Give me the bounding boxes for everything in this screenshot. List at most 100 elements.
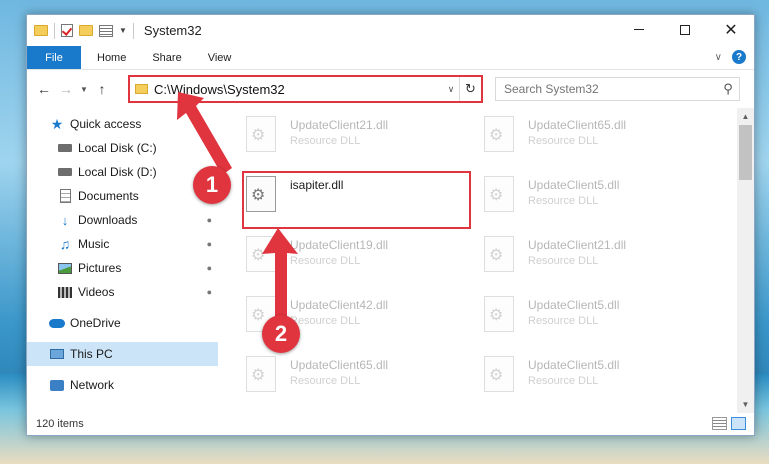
pin-icon[interactable]: ● — [207, 215, 212, 225]
sidebar-item-pictures[interactable]: Pictures ● — [27, 256, 218, 280]
sidebar-item-label: Local Disk (D:) — [78, 165, 157, 179]
file-type: Resource DLL — [290, 375, 361, 387]
expand-ribbon-chevron-icon[interactable]: ∨ — [715, 52, 722, 63]
file-name: UpdateClient65.dll — [528, 118, 627, 132]
view-buttons — [712, 417, 746, 430]
tab-file[interactable]: File — [27, 46, 81, 69]
quick-access-toolbar: ▼ — [27, 22, 134, 39]
file-type: Resource DLL — [290, 255, 361, 267]
file-item[interactable]: UpdateClient5.dll Resource DLL — [482, 176, 702, 228]
pin-icon[interactable]: ● — [207, 143, 212, 153]
file-item[interactable]: UpdateClient5.dll Resource DLL — [482, 296, 702, 348]
documents-icon — [57, 189, 73, 203]
sidebar-item-label: Downloads — [78, 213, 138, 227]
this-pc-icon — [49, 347, 65, 361]
file-type: Resource DLL — [528, 195, 599, 207]
file-item[interactable]: UpdateClient21.dll Resource DLL — [244, 116, 464, 168]
sidebar-item-this-pc[interactable]: This PC — [27, 342, 218, 366]
close-button[interactable]: ✕ — [708, 15, 754, 44]
dll-file-icon — [484, 176, 514, 212]
step-2-badge: 2 — [262, 315, 300, 353]
file-item[interactable]: UpdateClient65.dll Resource DLL — [244, 356, 464, 408]
navigation-row: ← → ▼ ↑ C:\Windows\System32 ∨ ↻ ⚲ — [27, 70, 754, 108]
file-item[interactable]: UpdateClient21.dll Resource DLL — [482, 236, 702, 288]
maximize-icon — [680, 24, 690, 35]
search-icon[interactable]: ⚲ — [717, 81, 739, 97]
help-icon[interactable]: ? — [732, 50, 746, 64]
step-1-badge: 1 — [193, 166, 231, 204]
sidebar-item-label: Documents — [78, 189, 139, 203]
sidebar-item-quick-access[interactable]: ★ Quick access — [27, 112, 218, 136]
sidebar-item-network[interactable]: Network — [27, 373, 218, 397]
search-input[interactable] — [504, 82, 717, 96]
large-icons-view-icon[interactable] — [731, 417, 746, 430]
refresh-button[interactable]: ↻ — [459, 77, 481, 101]
sidebar-item-onedrive[interactable]: OneDrive — [27, 311, 218, 335]
search-box[interactable]: ⚲ — [495, 77, 740, 101]
file-type: Resource DLL — [528, 255, 599, 267]
sidebar-item-local-disk-d[interactable]: Local Disk (D:) — [27, 160, 218, 184]
file-name: UpdateClient5.dll — [528, 298, 620, 312]
properties-check-icon[interactable] — [61, 24, 73, 37]
new-folder-icon[interactable] — [79, 25, 93, 36]
sidebar-item-videos[interactable]: Videos ● — [27, 280, 218, 304]
address-dropdown-chevron-icon[interactable]: ∨ — [443, 84, 459, 95]
up-button[interactable]: ↑ — [91, 81, 113, 97]
file-name: UpdateClient65.dll — [290, 358, 389, 372]
file-name: UpdateClient42.dll — [290, 298, 389, 312]
ribbon-right: ∨ ? — [715, 50, 746, 64]
customize-toolbar-chevron-icon[interactable]: ▼ — [119, 26, 127, 35]
scroll-up-arrow-icon[interactable]: ▲ — [737, 108, 754, 125]
file-item[interactable]: UpdateClient65.dll Resource DLL — [482, 116, 702, 168]
properties-icon[interactable] — [99, 24, 113, 37]
file-item[interactable]: UpdateClient5.dll Resource DLL — [482, 356, 702, 408]
ribbon-tabs: File Home Share View ∨ ? — [27, 46, 754, 70]
dll-file-icon — [484, 296, 514, 332]
details-view-icon[interactable] — [712, 417, 727, 430]
sidebar-item-label: Videos — [78, 285, 115, 299]
tab-home[interactable]: Home — [81, 46, 139, 69]
tab-share[interactable]: Share — [139, 46, 194, 69]
vertical-scrollbar[interactable]: ▲ ▼ — [737, 108, 754, 413]
file-type: Resource DLL — [290, 315, 361, 327]
file-name: UpdateClient21.dll — [290, 118, 389, 132]
dll-file-icon — [246, 356, 276, 392]
pin-icon[interactable]: ● — [207, 287, 212, 297]
status-bar: 120 items — [27, 413, 754, 435]
address-path[interactable]: C:\Windows\System32 — [154, 82, 443, 97]
dll-file-icon — [484, 116, 514, 152]
pin-icon[interactable]: ● — [207, 263, 212, 273]
forward-button[interactable]: → — [55, 81, 77, 97]
sidebar-item-downloads[interactable]: ↓ Downloads ● — [27, 208, 218, 232]
recent-locations-chevron-icon[interactable]: ▼ — [77, 85, 91, 94]
sidebar-item-label: Quick access — [70, 117, 142, 131]
scroll-down-arrow-icon[interactable]: ▼ — [737, 396, 754, 413]
sidebar-item-label: OneDrive — [70, 316, 121, 330]
back-button[interactable]: ← — [33, 81, 55, 97]
folder-icon[interactable] — [34, 25, 48, 36]
address-bar[interactable]: C:\Windows\System32 ∨ ↻ — [128, 75, 483, 103]
drive-icon — [57, 141, 73, 155]
target-file-highlight — [242, 171, 471, 229]
star-icon: ★ — [50, 115, 64, 132]
file-type: Resource DLL — [528, 135, 599, 147]
scroll-thumb[interactable] — [739, 125, 752, 180]
maximize-button[interactable] — [662, 15, 708, 44]
sidebar-item-documents[interactable]: Documents ● — [27, 184, 218, 208]
drive-icon — [57, 165, 73, 179]
tab-view[interactable]: View — [195, 46, 245, 69]
pin-icon[interactable]: ● — [207, 239, 212, 249]
sidebar-item-label: Pictures — [78, 261, 122, 275]
pictures-icon — [57, 261, 73, 275]
file-list: UpdateClient21.dll Resource DLL UpdateCli… — [218, 108, 737, 413]
sidebar-item-local-disk-c[interactable]: Local Disk (C:) ● — [27, 136, 218, 160]
sidebar-item-music[interactable]: ♫ Music ● — [27, 232, 218, 256]
sidebar-item-label: Local Disk (C:) — [78, 141, 157, 155]
navigation-pane: ★ Quick access Local Disk (C:) ● Local D… — [27, 108, 218, 413]
window-title: System32 — [143, 23, 202, 38]
minimize-icon — [634, 29, 644, 30]
sidebar-item-label: This PC — [70, 347, 113, 361]
minimize-button[interactable] — [616, 15, 662, 44]
title-bar: ▼ System32 ✕ — [27, 15, 754, 46]
file-item[interactable]: UpdateClient19.dll Resource DLL — [244, 236, 464, 288]
